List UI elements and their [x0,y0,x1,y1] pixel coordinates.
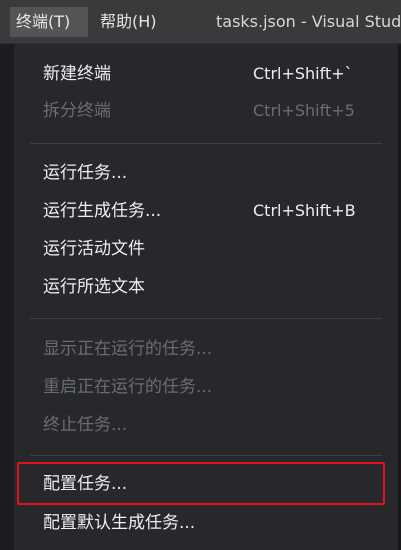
menu-item-label: 运行活动文件 [43,239,145,259]
editor-gutter [0,44,14,550]
menu-item-configure-tasks[interactable]: 配置任务... [14,466,401,502]
menu-item-label: 配置默认生成任务... [43,513,196,533]
menu-item-label: 新建终端 [43,64,111,84]
menu-item-label: 拆分终端 [43,101,111,121]
menu-item-split-terminal[interactable]: 拆分终端 Ctrl+Shift+5 [14,93,401,129]
menu-item-label: 运行任务... [43,163,128,183]
menu-item-run-build-task[interactable]: 运行生成任务... Ctrl+Shift+B [14,193,401,229]
menu-item-label: 运行生成任务... [43,201,162,221]
terminal-menu-dropdown: 新建终端 Ctrl+Shift+` 拆分终端 Ctrl+Shift+5 运行任务… [14,44,401,550]
menu-item-new-terminal[interactable]: 新建终端 Ctrl+Shift+` [14,56,401,92]
title-bar: 终端(T) 帮助(H) tasks.json - Visual Studio [0,0,401,44]
window-title: tasks.json - Visual Studio [216,12,401,31]
menu-item-shortcut: Ctrl+Shift+B [253,201,356,220]
menu-separator [30,455,382,456]
menu-item-shortcut: Ctrl+Shift+` [253,64,353,83]
menu-item-label: 终止任务... [43,415,128,435]
menu-separator [30,143,382,144]
menu-item-show-running-tasks[interactable]: 显示正在运行的任务... [14,331,401,367]
menu-item-configure-default-build-task[interactable]: 配置默认生成任务... [14,505,401,541]
menu-item-run-active-file[interactable]: 运行活动文件 [14,231,401,267]
menu-help[interactable]: 帮助(H) [94,7,174,37]
menu-item-label: 运行所选文本 [43,277,145,297]
menu-item-terminate-task[interactable]: 终止任务... [14,407,401,443]
menu-item-label: 重启正在运行的任务... [43,377,213,397]
menu-item-label: 配置任务... [43,474,128,494]
menu-terminal[interactable]: 终端(T) [10,7,88,37]
menu-item-run-selected-text[interactable]: 运行所选文本 [14,269,401,305]
menu-item-run-task[interactable]: 运行任务... [14,155,401,191]
menu-item-shortcut: Ctrl+Shift+5 [253,101,355,120]
menu-item-label: 显示正在运行的任务... [43,339,213,359]
menu-separator [30,318,382,319]
menu-item-restart-running-task[interactable]: 重启正在运行的任务... [14,369,401,405]
